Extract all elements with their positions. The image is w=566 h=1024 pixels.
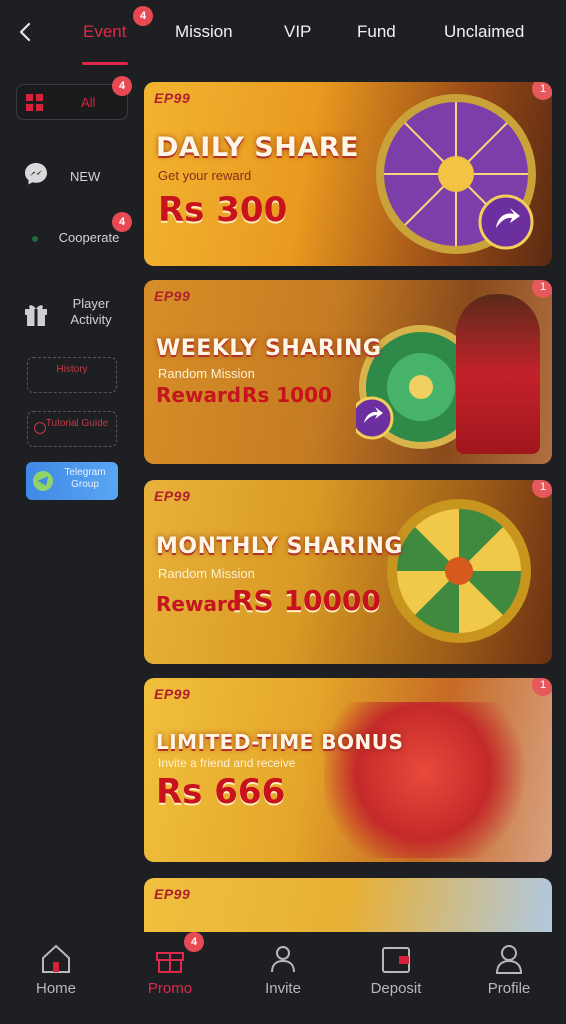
nav-profile[interactable]: Profile	[469, 942, 549, 997]
telegram-icon	[33, 471, 53, 491]
sidebar-item-label: All	[81, 95, 96, 110]
nav-promo-badge: 4	[184, 932, 204, 952]
banner-badge: 1	[532, 82, 552, 100]
nav-label: Deposit	[370, 980, 422, 997]
banner-background	[144, 878, 552, 932]
nav-home[interactable]: Home	[16, 942, 96, 997]
nav-label: Promo	[147, 980, 193, 997]
sidebar-item-all[interactable]: All	[16, 84, 128, 120]
banner-amount: Rs 1000	[242, 383, 332, 407]
history-button[interactable]: History	[27, 357, 117, 393]
sidebar-item-label: NEW	[70, 169, 101, 184]
prize-wheel-icon	[387, 499, 531, 643]
prize-wheel-icon	[376, 94, 536, 254]
banner-partial[interactable]: EP99	[144, 878, 552, 932]
tab-event[interactable]: Event	[83, 22, 126, 42]
bottom-navigation: Home Promo 4 Invite Deposit Profile	[0, 932, 566, 1024]
tutorial-guide-label: Tutorial Guide	[45, 418, 109, 429]
sidebar-item-player-activity[interactable]: Player Activity	[14, 296, 124, 336]
tab-event-badge: 4	[133, 6, 153, 26]
banner-title: DAILY SHARE	[156, 132, 359, 163]
home-icon	[42, 944, 70, 973]
user-icon	[495, 945, 523, 974]
banner-reward-label: Reward	[156, 592, 242, 616]
handshake-icon	[32, 236, 38, 242]
grid-icon	[26, 94, 43, 111]
help-icon	[34, 422, 46, 434]
banner-limited-time-bonus[interactable]: EP99 LIMITED-TIME BONUS Invite a friend …	[144, 678, 552, 862]
banner-amount: Rs 666	[156, 772, 286, 812]
banner-badge: 1	[532, 678, 552, 696]
sidebar-item-cooperate[interactable]: Cooperate	[14, 226, 124, 266]
banner-monthly-sharing[interactable]: EP99 MONTHLY SHARING Random Mission Rewa…	[144, 480, 552, 664]
nav-label: Profile	[487, 980, 531, 997]
banner-subtitle: Random Mission	[158, 566, 255, 581]
sidebar-item-label: Cooperate	[58, 230, 120, 245]
banner-weekly-sharing[interactable]: EP99 WEEKLY SHARING Random Mission Rewar…	[144, 280, 552, 464]
tab-vip[interactable]: VIP	[284, 22, 311, 42]
brand-logo: EP99	[154, 288, 191, 304]
banner-title: LIMITED-TIME BONUS	[156, 730, 404, 754]
banner-amount: RS 10000	[232, 584, 381, 617]
messenger-icon	[25, 163, 47, 185]
banner-subtitle: Random Mission	[158, 366, 255, 381]
banner-subtitle: Invite a friend and receive	[158, 756, 296, 770]
character-illustration	[456, 294, 540, 454]
users-icon	[271, 946, 295, 973]
tab-fund[interactable]: Fund	[357, 22, 396, 42]
banner-subtitle: Get your reward	[158, 168, 252, 183]
tutorial-guide-button[interactable]: Tutorial Guide	[27, 411, 117, 447]
sidebar-all-badge: 4	[112, 76, 132, 96]
sidebar-item-new[interactable]: NEW	[14, 160, 124, 200]
wallet-icon	[382, 947, 410, 973]
nav-deposit[interactable]: Deposit	[356, 942, 436, 997]
brand-logo: EP99	[154, 488, 191, 504]
banner-daily-share[interactable]: EP99 DAILY SHARE Get your reward Rs 300 …	[144, 82, 552, 266]
banner-title: MONTHLY SHARING	[156, 534, 403, 559]
tab-mission[interactable]: Mission	[175, 22, 233, 42]
top-tab-bar: Event 4 Mission VIP Fund Unclaimed	[0, 0, 566, 66]
brand-logo: EP99	[154, 90, 191, 106]
nav-invite[interactable]: Invite	[243, 942, 323, 997]
telegram-group-button[interactable]: Telegram Group	[26, 462, 118, 500]
banner-title: WEEKLY SHARING	[156, 336, 382, 361]
gift-icon	[25, 305, 47, 326]
nav-label: Invite	[265, 980, 301, 997]
brand-logo: EP99	[154, 686, 191, 702]
banner-badge: 1	[532, 480, 552, 498]
nav-label: Home	[35, 980, 76, 997]
sidebar-item-label: Player Activity	[70, 296, 112, 327]
active-tab-indicator	[82, 62, 128, 65]
tab-unclaimed[interactable]: Unclaimed	[444, 22, 524, 42]
brand-logo: EP99	[154, 886, 191, 902]
banner-amount: Rs 300	[158, 190, 288, 230]
gift-box-icon	[156, 952, 184, 973]
chevron-left-icon[interactable]	[14, 20, 36, 44]
monkey-illustration	[324, 702, 544, 858]
telegram-group-label: Telegram Group	[64, 467, 106, 490]
sidebar-cooperate-badge: 4	[112, 212, 132, 232]
banner-badge: 1	[532, 280, 552, 298]
banner-reward-label: Reward	[156, 383, 242, 407]
